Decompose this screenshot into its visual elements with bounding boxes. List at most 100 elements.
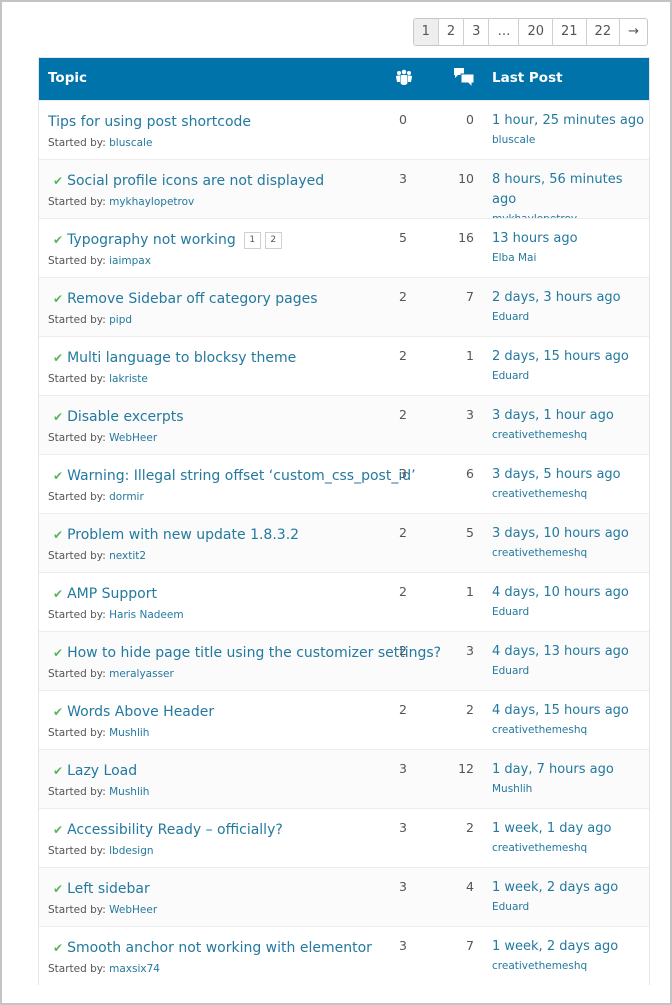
topic-row: ✔ Multi language to blocksy theme Started … [39,336,649,395]
topic-title-link[interactable]: Left sidebar [67,881,150,897]
freshness-link[interactable]: 4 days, 13 hours ago [492,642,629,662]
last-post-cell: 3 days, 5 hours ago creativethemeshq [492,465,621,500]
last-author-link[interactable]: creativethemeshq [492,547,629,559]
freshness-link[interactable]: 1 day, 7 hours ago [492,760,614,780]
last-author-link[interactable]: Eduard [492,901,618,913]
freshness-link[interactable]: 2 days, 3 hours ago [492,288,621,308]
last-author-link[interactable]: Eduard [492,665,629,677]
author-link[interactable]: dormir [109,491,144,503]
last-author-link[interactable]: Eduard [492,311,621,323]
author-link[interactable]: Mushlih [109,786,149,798]
author-link[interactable]: Mushlih [109,727,149,739]
voices-count: 3 [399,466,407,481]
topic-title-link[interactable]: Remove Sidebar off category pages [67,291,317,307]
author-link[interactable]: WebHeer [109,904,157,916]
pagination-page-21[interactable]: 21 [552,19,586,45]
replies-count: 3 [466,407,474,422]
author-link[interactable]: lakriste [109,373,148,385]
freshness-link[interactable]: 3 days, 1 hour ago [492,406,614,426]
checkmark-icon: ✔ [53,941,64,955]
voices-icon [395,69,413,87]
pagination-next-button[interactable]: → [619,19,647,45]
pagination-page-2[interactable]: 2 [437,19,464,45]
last-post-cell: 4 days, 10 hours ago Eduard [492,583,629,618]
topic-page-link[interactable]: 1 [243,232,261,249]
freshness-link[interactable]: 1 week, 2 days ago [492,878,618,898]
freshness-link[interactable]: 2 days, 15 hours ago [492,347,629,367]
topic-title-link[interactable]: Lazy Load [67,763,137,779]
checkmark-icon: ✔ [53,646,64,660]
started-by-label: Started by: [48,137,106,149]
topic-title-line: ✔ AMP Support [48,583,449,605]
topic-title-link[interactable]: Problem with new update 1.8.3.2 [67,527,299,543]
topic-title-link[interactable]: Smooth anchor not working with elementor [67,940,372,956]
topic-title-link[interactable]: Warning: Illegal string offset ‘custom_c… [67,468,416,484]
freshness-link[interactable]: 13 hours ago [492,229,578,249]
topic-title-link[interactable]: Tips for using post shortcode [48,114,251,130]
freshness-link[interactable]: 1 week, 1 day ago [492,819,611,839]
checkmark-icon: ✔ [53,233,64,247]
freshness-link[interactable]: 3 days, 5 hours ago [492,465,621,485]
pagination-page-3[interactable]: 3 [463,19,489,45]
topic-row: Tips for using post shortcode Started by:… [39,100,649,159]
voices-count: 3 [399,761,407,776]
last-author-link[interactable]: creativethemeshq [492,429,614,441]
checkmark-icon: ✔ [53,174,64,188]
header-last-post: Last Post [492,70,563,86]
last-post-cell: 1 hour, 25 minutes ago bluscale [492,111,644,146]
author-link[interactable]: WebHeer [109,432,157,444]
author-link[interactable]: bluscale [109,137,152,149]
topic-page-link[interactable]: 2 [264,232,282,249]
started-by-label: Started by: [48,373,106,385]
author-link[interactable]: mykhaylopetrov [109,196,194,208]
topic-title-link[interactable]: Multi language to blocksy theme [67,350,296,366]
author-link[interactable]: nextit2 [109,550,146,562]
topic-title-link[interactable]: Typography not working [67,232,236,248]
author-link[interactable]: lbdesign [109,845,153,857]
last-author-link[interactable]: creativethemeshq [492,960,618,972]
started-by-label: Started by: [48,668,106,680]
author-link[interactable]: maxsix74 [109,963,160,975]
started-by: Started by: Haris Nadeem [48,609,449,621]
freshness-link[interactable]: 4 days, 10 hours ago [492,583,629,603]
topic-row: ✔ Remove Sidebar off category pages Starte… [39,277,649,336]
last-author-link[interactable]: Mushlih [492,783,614,795]
topic-title-link[interactable]: Social profile icons are not displayed [67,173,324,189]
author-link[interactable]: iaimpax [109,255,151,267]
last-post-cell: 4 days, 13 hours ago Eduard [492,642,629,677]
freshness-link[interactable]: 8 hours, 56 minutes ago [492,170,649,210]
pagination-page-22[interactable]: 22 [585,19,620,45]
last-author-link[interactable]: creativethemeshq [492,842,611,854]
topic-title-line: ✔ Problem with new update 1.8.3.2 [48,524,449,546]
last-author-link[interactable]: Elba Mai [492,252,578,264]
topic-title-line: ✔ Multi language to blocksy theme [48,347,449,369]
freshness-link[interactable]: 1 hour, 25 minutes ago [492,111,644,131]
pagination-page-20[interactable]: 20 [518,19,552,45]
checkmark-icon: ✔ [53,351,64,365]
voices-count: 2 [399,348,407,363]
replies-count: 1 [466,584,474,599]
topic-title-line: ✔ Words Above Header [48,701,449,723]
started-by: Started by: Mushlih [48,786,449,798]
last-author-link[interactable]: Eduard [492,370,629,382]
author-link[interactable]: Haris Nadeem [109,609,183,621]
freshness-link[interactable]: 1 week, 2 days ago [492,937,618,957]
last-author-link[interactable]: creativethemeshq [492,488,621,500]
started-by: Started by: Mushlih [48,727,449,739]
freshness-link[interactable]: 3 days, 10 hours ago [492,524,629,544]
pagination-page-1[interactable]: 1 [413,19,438,45]
topic-title-link[interactable]: AMP Support [67,586,157,602]
started-by-label: Started by: [48,255,106,267]
topic-title-link[interactable]: How to hide page title using the customi… [67,645,441,661]
last-author-link[interactable]: creativethemeshq [492,724,629,736]
last-author-link[interactable]: bluscale [492,134,644,146]
author-link[interactable]: meralyasser [109,668,174,680]
topic-title-link[interactable]: Disable excerpts [67,409,184,425]
topic-title-link[interactable]: Accessibility Ready – officially? [67,822,283,838]
author-link[interactable]: pipd [109,314,132,326]
last-post-cell: 8 hours, 56 minutes agomykhaylopetrov [492,170,649,225]
topic-title-link[interactable]: Words Above Header [67,704,214,720]
last-author-link[interactable]: Eduard [492,606,629,618]
freshness-link[interactable]: 4 days, 15 hours ago [492,701,629,721]
topic-row: ✔ Social profile icons are not displayed S… [39,159,649,225]
